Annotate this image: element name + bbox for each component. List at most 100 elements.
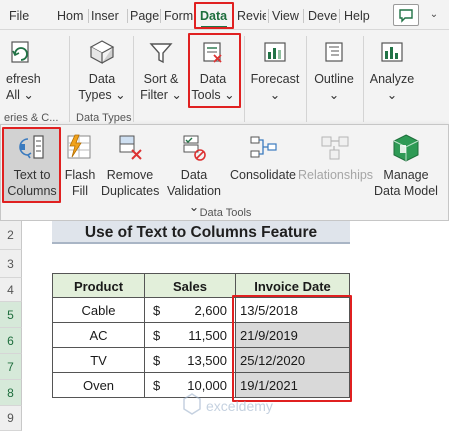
dropdown-arrow-icon: ⌄: [386, 88, 398, 102]
row-header-7[interactable]: 7: [0, 354, 22, 380]
data-tab-highlight: [194, 2, 234, 29]
sales-amount: 13,500: [187, 353, 227, 368]
row-header-3[interactable]: 3: [0, 250, 22, 278]
row-header-2[interactable]: 2: [0, 221, 22, 250]
header-sales[interactable]: Sales: [145, 273, 236, 298]
forecast-button[interactable]: Forecast ⌄: [248, 38, 302, 103]
tab-separator: [127, 9, 128, 23]
dropdown-arrow-icon: ⌄: [269, 88, 281, 102]
header-product[interactable]: Product: [52, 273, 145, 298]
cell-product[interactable]: Cable: [52, 298, 145, 323]
tab-insert[interactable]: Inser: [91, 5, 126, 27]
comments-button[interactable]: [393, 4, 419, 26]
data-validation-icon: [183, 135, 206, 161]
data-validation-button[interactable]: Data Validation ⌄: [161, 133, 227, 215]
sort-filter-button[interactable]: Sort & Filter ⌄: [138, 38, 184, 103]
flash-fill-label-2: Fill: [72, 184, 88, 198]
row-header-5[interactable]: 5: [0, 302, 22, 328]
tab-help[interactable]: Help: [344, 5, 374, 27]
data-types-label-2: Types ⌄: [78, 88, 126, 102]
outline-button[interactable]: Outline ⌄: [310, 38, 358, 103]
group-separator: [133, 36, 134, 122]
data-types-label-1: Data: [88, 72, 116, 86]
text-to-columns-highlight: [2, 127, 61, 203]
cell-sales[interactable]: $11,500: [145, 323, 236, 348]
ribbon-options-button[interactable]: ⌄: [424, 4, 444, 26]
relationships-button[interactable]: Relationships: [298, 133, 374, 183]
tab-home[interactable]: Hom: [57, 5, 87, 27]
group-separator: [69, 36, 70, 122]
manage-data-model-label-2: Data Model: [374, 184, 438, 198]
worksheet-grid: 2 3 4 5 6 7 8 9 Use of Text to Columns F…: [0, 221, 449, 431]
data-tools-group-label: Data Tools: [199, 207, 252, 219]
group-separator: [244, 36, 245, 122]
relationships-label: Relationships: [298, 168, 374, 182]
tab-separator: [268, 9, 269, 23]
forecast-label: Forecast: [250, 72, 300, 86]
currency-symbol: $: [153, 328, 161, 343]
flash-fill-icon: [67, 134, 91, 159]
consolidate-label: Consolidate: [229, 168, 296, 182]
remove-duplicates-label-2: Duplicates: [101, 184, 160, 198]
analyze-label: Analyze: [369, 72, 415, 86]
tab-view[interactable]: View: [272, 5, 302, 27]
group-separator: [306, 36, 307, 122]
outline-icon: [325, 42, 343, 62]
cell-product[interactable]: TV: [52, 348, 145, 373]
data-validation-label-1: Data: [180, 168, 208, 182]
refresh-all-button[interactable]: efresh All ⌄: [0, 38, 41, 103]
filter-icon: [149, 43, 173, 64]
consolidate-button[interactable]: Consolidate: [229, 133, 297, 183]
comment-icon: [399, 9, 413, 23]
cell-sales[interactable]: $13,500: [145, 348, 236, 373]
queries-group-label: eries & C...: [4, 112, 59, 124]
tab-separator: [88, 9, 89, 23]
flash-fill-button[interactable]: Flash Fill: [61, 133, 99, 199]
remove-duplicates-button[interactable]: Remove Duplicates: [101, 133, 159, 199]
tab-page-layout[interactable]: Page: [130, 5, 159, 27]
sheet-title[interactable]: Use of Text to Columns Feature: [52, 221, 350, 244]
currency-symbol: $: [153, 378, 161, 393]
data-types-button[interactable]: Data Types ⌄: [76, 38, 128, 103]
manage-data-model-button[interactable]: Manage Data Model: [373, 133, 439, 199]
cell-product[interactable]: AC: [52, 323, 145, 348]
manage-data-model-icon: [393, 134, 419, 162]
data-tools-popup: Text to Columns Flash Fill Remove Duplic…: [0, 124, 449, 221]
dropdown-arrow-icon: ⌄: [115, 88, 126, 102]
consolidate-icon: [250, 136, 277, 158]
sort-filter-label-1: Sort &: [143, 72, 179, 86]
tab-review[interactable]: Revie: [237, 5, 266, 27]
manage-data-model-label-1: Manage: [383, 168, 429, 182]
flash-fill-label-1: Flash: [64, 168, 96, 182]
refresh-all-label-1: efresh: [6, 72, 41, 86]
tab-separator: [339, 9, 340, 23]
cell-product[interactable]: Oven: [52, 373, 145, 398]
tab-separator: [160, 9, 161, 23]
data-types-icon: [89, 40, 115, 65]
chevron-down-icon: ⌄: [429, 9, 439, 20]
row-header-9[interactable]: 9: [0, 406, 22, 431]
analyze-button[interactable]: Analyze ⌄: [366, 38, 418, 103]
sales-amount: 2,600: [194, 303, 227, 318]
data-tools-highlight: [188, 33, 241, 108]
tab-developer[interactable]: Deve: [308, 5, 337, 27]
forecast-icon: [264, 42, 286, 62]
row-header-6[interactable]: 6: [0, 328, 22, 354]
currency-symbol: $: [153, 303, 161, 318]
tab-formulas[interactable]: Form: [164, 5, 194, 27]
dropdown-arrow-icon: ⌄: [23, 88, 34, 102]
row-header-4[interactable]: 4: [0, 278, 22, 302]
invoice-date-range-highlight: [232, 295, 352, 402]
refresh-icon: [11, 41, 29, 63]
refresh-all-label-2: All ⌄: [6, 88, 34, 102]
cell-sales[interactable]: $2,600: [145, 298, 236, 323]
sales-amount: 11,500: [188, 328, 227, 343]
data-types-group-label: Data Types: [76, 112, 132, 124]
row-header-8[interactable]: 8: [0, 380, 22, 406]
sort-filter-label-2: Filter ⌄: [140, 88, 182, 102]
tab-file[interactable]: File: [9, 5, 35, 27]
relationships-icon: [321, 136, 349, 160]
watermark-text: exceldemy: [206, 398, 273, 414]
outline-label: Outline: [314, 72, 354, 86]
tab-separator: [303, 9, 304, 23]
